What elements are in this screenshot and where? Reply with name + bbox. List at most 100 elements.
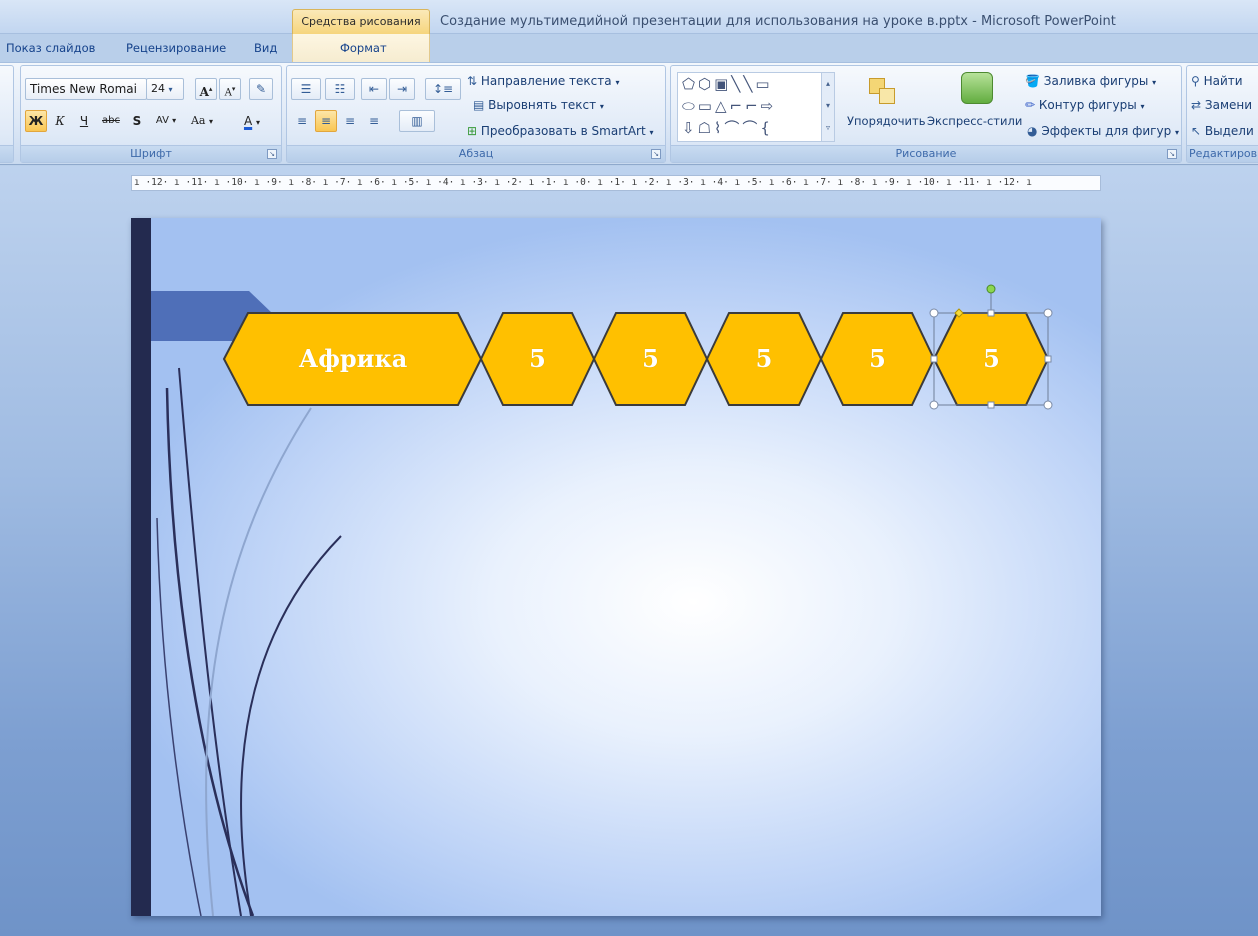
underline-button[interactable]: Ч (73, 110, 95, 132)
arrange-button[interactable]: Упорядочить (847, 114, 926, 128)
replace-button[interactable]: ⇄ Замени (1191, 98, 1252, 112)
font-group: Times New Romai 24 ▾ A▴ A▾ ✎ Ж К Ч abc S… (20, 65, 282, 163)
binoculars-icon: ⚲ (1191, 74, 1200, 88)
outdent-icon: ⇤ (368, 82, 380, 96)
rotate-handle[interactable] (986, 284, 996, 294)
select-button[interactable]: ↖ Выдели (1191, 124, 1254, 138)
chevron-down-icon: ▾ (168, 85, 173, 94)
convert-to-smartart-button[interactable]: ⊞ Преобразовать в SmartArt ▾ (467, 124, 654, 138)
italic-button[interactable]: К (49, 110, 71, 132)
pen-icon: ✏ (1025, 98, 1036, 112)
shape-outline-button[interactable]: ✏ Контур фигуры ▾ (1025, 98, 1145, 112)
tab-slideshow[interactable]: Показ слайдов (6, 41, 95, 55)
paragraph-group: ☰ ☷ ⇤ ⇥ ↕≡ ≡ ≡ ≡ ≡ ▥ ⇅ Направление текст… (286, 65, 666, 163)
window-title: Создание мультимедийной презентации для … (440, 14, 1116, 29)
paint-bucket-icon: 🪣 (1025, 74, 1040, 88)
char-spacing-button[interactable]: AV ▾ (149, 110, 183, 132)
cursor-icon: ↖ (1191, 124, 1202, 138)
hexagon-score-2-label: 5 (642, 344, 659, 373)
bullet-list-icon: ☰ (300, 82, 312, 96)
indent-icon: ⇥ (396, 82, 408, 96)
swoosh-curve-2 (165, 387, 255, 916)
slide-canvas[interactable]: Африка 5 5 5 5 5 (131, 218, 1101, 916)
replace-icon: ⇄ (1191, 98, 1202, 112)
align-center-icon: ≡ (320, 114, 332, 128)
font-size-value: 24 (151, 82, 165, 95)
shape-fill-button[interactable]: 🪣 Заливка фигуры ▾ (1025, 74, 1156, 88)
line-spacing-button[interactable]: ↕≡ (425, 78, 461, 100)
font-name-combobox[interactable]: Times New Romai (25, 78, 147, 100)
text-direction-icon: ⇅ (467, 74, 478, 88)
editing-group: ⚲ Найти ⇄ Замени ↖ Выдели Редактиров (1186, 65, 1258, 163)
font-size-combobox[interactable]: 24 ▾ (146, 78, 184, 100)
justify-button[interactable]: ≡ (363, 110, 385, 132)
decrease-indent-button[interactable]: ⇤ (361, 78, 387, 100)
strikethrough-button[interactable]: abc (97, 110, 125, 132)
quick-styles-button[interactable]: Экспресс-стили (927, 114, 1022, 128)
ribbon-tab-row: Показ слайдов Рецензирование Вид Формат (0, 34, 1258, 62)
tab-view[interactable]: Вид (254, 41, 277, 55)
swoosh-curve-1 (178, 367, 242, 916)
shape-effects-button[interactable]: ◕ Эффекты для фигур ▾ (1027, 124, 1179, 138)
columns-icon: ▥ (411, 114, 423, 128)
horizontal-ruler[interactable]: ı ·12· ı ·11· ı ·10· ı ·9· ı ·8· ı ·7· ı… (131, 175, 1101, 191)
change-case-button[interactable]: Aa ▾ (185, 110, 219, 132)
tab-review[interactable]: Рецензирование (126, 41, 226, 55)
tab-format[interactable]: Формат (340, 41, 387, 55)
drawing-group-label: Рисование (671, 145, 1181, 162)
clear-format-button[interactable]: ✎ (249, 78, 273, 100)
find-button[interactable]: ⚲ Найти (1191, 74, 1243, 88)
resize-handle-ne[interactable] (1043, 308, 1053, 318)
resize-handle-n[interactable] (987, 309, 995, 317)
effects-icon: ◕ (1027, 124, 1038, 138)
resize-handle-nw[interactable] (929, 308, 939, 318)
font-color-button[interactable]: A ▾ (233, 110, 271, 132)
swoosh-curve-3 (240, 535, 342, 916)
clipped-group (0, 65, 14, 163)
resize-handle-sw[interactable] (929, 400, 939, 410)
resize-handle-s[interactable] (987, 401, 995, 409)
slide-decoration (131, 218, 1053, 916)
align-text-icon: ▤ (473, 98, 485, 112)
paragraph-group-label: Абзац (287, 145, 665, 162)
numbered-list-icon: ☷ (334, 82, 346, 96)
resize-handle-e[interactable] (1044, 355, 1052, 363)
title-bar: Средства рисования Создание мультимедийн… (0, 0, 1258, 34)
hexagon-africa-label: Африка (298, 344, 408, 373)
justify-icon: ≡ (368, 114, 380, 128)
slide-side-bar (131, 218, 151, 916)
bullets-button[interactable]: ☰ (291, 78, 321, 100)
ribbon: Times New Romai 24 ▾ A▴ A▾ ✎ Ж К Ч abc S… (0, 62, 1258, 165)
resize-handle-w[interactable] (930, 355, 938, 363)
grow-font-button[interactable]: A▴ (195, 78, 217, 100)
align-left-icon: ≡ (296, 114, 308, 128)
hexagon-score-4-label: 5 (869, 344, 886, 373)
columns-button[interactable]: ▥ (399, 110, 435, 132)
text-shadow-button[interactable]: S (127, 110, 147, 132)
hexagon-score-1-label: 5 (529, 344, 546, 373)
numbering-button[interactable]: ☷ (325, 78, 355, 100)
paragraph-dialog-launcher-icon[interactable]: ↘ (651, 149, 661, 159)
arrange-icon (867, 74, 901, 108)
text-direction-button[interactable]: ⇅ Направление текста ▾ (467, 74, 619, 88)
font-dialog-launcher-icon[interactable]: ↘ (267, 149, 277, 159)
align-left-button[interactable]: ≡ (291, 110, 313, 132)
align-text-button[interactable]: ▤ Выровнять текст ▾ (473, 98, 604, 112)
resize-handle-se[interactable] (1043, 400, 1053, 410)
hexagon-score-3-label: 5 (755, 344, 773, 373)
smartart-icon: ⊞ (467, 124, 478, 138)
drawing-dialog-launcher-icon[interactable]: ↘ (1167, 149, 1177, 159)
align-center-button[interactable]: ≡ (315, 110, 337, 132)
increase-indent-button[interactable]: ⇥ (389, 78, 415, 100)
shapes-gallery-scroll[interactable]: ▴ ▾ ▿ (821, 72, 835, 142)
align-right-icon: ≡ (344, 114, 356, 128)
editing-group-label: Редактиров (1187, 145, 1258, 162)
drawing-group: ⬠⬡▣╲╲▭ ⬭▭△⌐⌐⇨ ⇩☖⌇⌒⌒{ ▴ ▾ ▿ Упорядочить Экс… (670, 65, 1182, 163)
hexagon-score-5-label: 5 (983, 344, 1000, 373)
align-right-button[interactable]: ≡ (339, 110, 361, 132)
shrink-font-button[interactable]: A▾ (219, 78, 241, 100)
context-tab-drawing-tools: Средства рисования (292, 9, 430, 34)
eraser-icon: ✎ (255, 82, 267, 96)
shapes-gallery[interactable]: ⬠⬡▣╲╲▭ ⬭▭△⌐⌐⇨ ⇩☖⌇⌒⌒{ (677, 72, 827, 142)
bold-button[interactable]: Ж (25, 110, 47, 132)
